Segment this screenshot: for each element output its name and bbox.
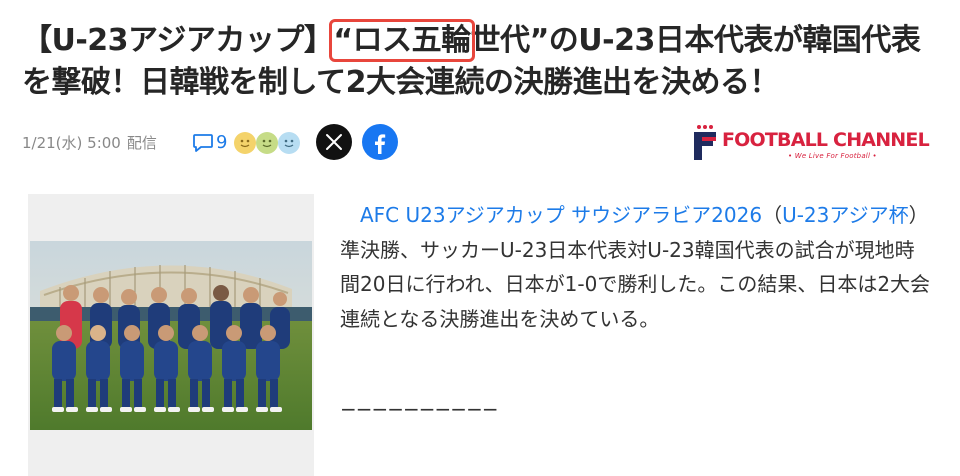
title-highlight: “ロス五輪 bbox=[329, 19, 475, 62]
article-title: 【U-23アジアカップ】“ロス五輪世代”のU-23日本代表が韓国代表を撃破！日韓… bbox=[22, 19, 942, 104]
comment-bubble-icon bbox=[193, 134, 213, 152]
neutral-face-icon bbox=[256, 132, 278, 154]
smile-face-icon bbox=[234, 132, 256, 154]
reaction-faces-icon[interactable] bbox=[234, 130, 304, 156]
text-divider: −−−−−−−−−− bbox=[340, 397, 499, 421]
article-meta: 1/21(水) 5:00 配信 9 FOOTBALL CHANNEL • We … bbox=[22, 122, 938, 162]
logo-tagline: • We Live For Football • bbox=[788, 152, 877, 160]
u23-asian-cup-link[interactable]: U-23アジア杯 bbox=[782, 203, 909, 227]
share-facebook-button[interactable] bbox=[362, 124, 398, 160]
calm-face-icon bbox=[278, 132, 300, 154]
logo-wordmark: FOOTBALL CHANNEL bbox=[722, 129, 930, 151]
body-paren-open: （ bbox=[762, 203, 783, 227]
team-photo[interactable] bbox=[30, 241, 312, 430]
comments-link[interactable]: 9 bbox=[192, 126, 227, 158]
title-prefix: 【U-23アジアカップ】 bbox=[22, 23, 334, 58]
football-channel-logo[interactable]: FOOTBALL CHANNEL • We Live For Football … bbox=[692, 122, 938, 162]
comment-count: 9 bbox=[216, 131, 228, 153]
tournament-link[interactable]: AFC U23アジアカップ サウジアラビア2026 bbox=[360, 203, 762, 227]
publish-date: 1/21(水) 5:00 配信 bbox=[22, 132, 157, 153]
share-x-button[interactable] bbox=[316, 124, 352, 160]
date-text: 1/21(水) 5:00 bbox=[22, 134, 121, 152]
x-logo-icon bbox=[326, 134, 342, 150]
football-channel-mark-icon bbox=[694, 125, 716, 160]
facebook-logo-icon bbox=[375, 134, 386, 154]
team-photo-image bbox=[30, 241, 312, 430]
date-source-label: 配信 bbox=[126, 134, 157, 152]
article-photo-frame[interactable] bbox=[28, 194, 314, 476]
article-body: AFC U23アジアカップ サウジアラビア2026（U-23アジア杯）準決勝、サ… bbox=[340, 198, 932, 336]
